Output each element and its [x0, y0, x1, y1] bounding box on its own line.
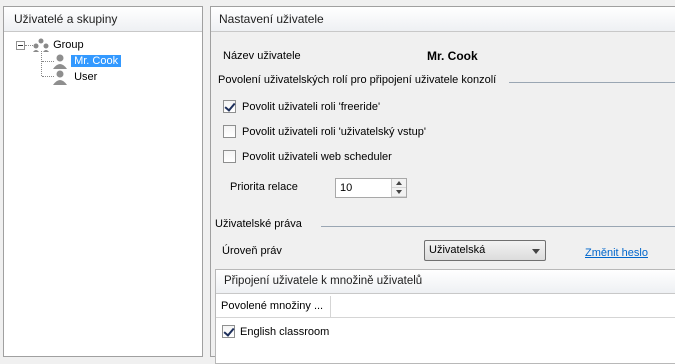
chevron-up-icon	[396, 181, 402, 185]
users-groups-panel: Uživatelé a skupiny Group Mr. Cook User	[3, 6, 203, 357]
english-classroom-label: English classroom	[240, 326, 330, 338]
column-header-filler	[331, 296, 675, 318]
decrement-button[interactable]	[392, 188, 406, 197]
chevron-down-icon	[396, 190, 402, 194]
rights-level-select[interactable]: Uživatelská	[424, 240, 546, 261]
rights-section-title: Uživatelské práva	[215, 218, 302, 230]
priority-stepper[interactable]: 10	[335, 178, 407, 198]
user-name-value: Mr. Cook	[427, 49, 478, 63]
allowed-sets-column-header[interactable]: Povolené množiny ...	[216, 296, 331, 318]
user-input-label: Povolit uživateli roli 'uživatelský vstu…	[242, 126, 426, 138]
priority-label: Priorita relace	[230, 181, 298, 193]
freeride-label: Povolit uživateli roli 'freeride'	[242, 101, 381, 113]
user-sets-title: Připojení uživatele k množině uživatelů	[216, 270, 675, 294]
english-classroom-checkbox[interactable]	[222, 325, 235, 338]
collapse-toggle-icon[interactable]	[16, 41, 25, 50]
user-icon	[53, 70, 67, 86]
tree-item-label: Group	[53, 39, 84, 51]
change-password-link[interactable]: Změnit heslo	[585, 247, 648, 259]
user-settings-panel: Nastavení uživatele Název uživatele Mr. …	[210, 6, 675, 364]
dropdown-arrow-icon	[532, 249, 540, 254]
tree-item-label: Mr. Cook	[71, 55, 122, 67]
tree-item-group[interactable]: Group	[32, 37, 84, 53]
tree-item-user-selected[interactable]: Mr. Cook	[52, 53, 122, 70]
increment-button[interactable]	[392, 179, 406, 188]
rights-level-value: Uživatelská	[429, 244, 486, 256]
user-input-checkbox[interactable]	[223, 125, 236, 138]
section-divider	[321, 226, 675, 227]
web-scheduler-label: Povolit uživateli web scheduler	[242, 151, 392, 163]
group-icon	[33, 38, 49, 53]
roles-section-title: Povolení uživatelských rolí pro připojen…	[218, 74, 497, 86]
tree-connector	[41, 51, 42, 76]
user-icon	[53, 54, 67, 70]
web-scheduler-checkbox[interactable]	[223, 150, 236, 163]
user-sets-panel: Připojení uživatele k množině uživatelů …	[215, 269, 675, 364]
section-divider	[509, 82, 675, 83]
priority-value: 10	[340, 182, 353, 194]
user-name-label: Název uživatele	[223, 50, 301, 62]
rights-level-label: Úroveň práv	[222, 245, 282, 257]
users-groups-title: Uživatelé a skupiny	[4, 7, 202, 32]
user-settings-title: Nastavení uživatele	[211, 7, 675, 32]
tree-item-label: User	[74, 71, 98, 83]
freeride-checkbox[interactable]	[223, 100, 236, 113]
tree-item-user[interactable]: User	[52, 69, 98, 86]
